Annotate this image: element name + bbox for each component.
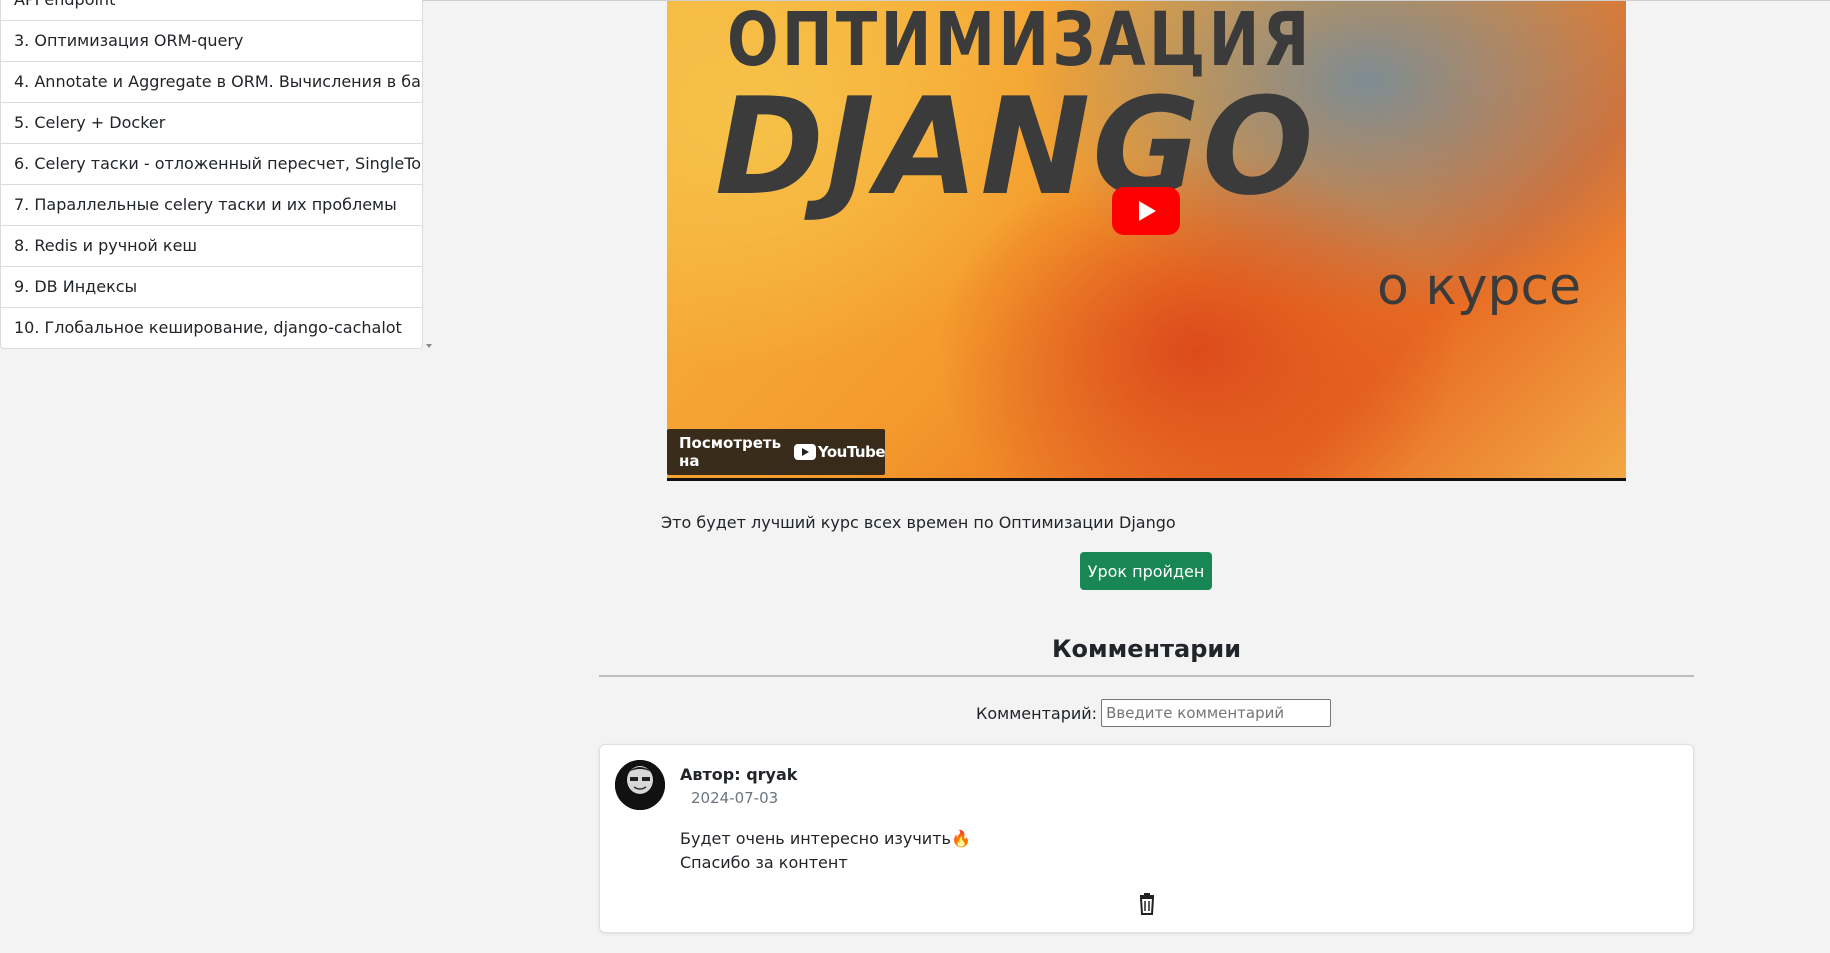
comment-card: Автор: qryak 2024-07-03 Будет очень инте… [599, 744, 1694, 933]
lesson-item[interactable]: 5. Celery + Docker [1, 103, 422, 144]
comment-text-line: Спасибо за контент [680, 853, 848, 872]
divider [599, 675, 1694, 677]
lesson-item[interactable]: API endpoint [1, 0, 422, 21]
lesson-item[interactable]: 7. Параллельные celery таски и их пробле… [1, 185, 422, 226]
page: API endpoint 3. Оптимизация ORM-query 4.… [0, 0, 1830, 953]
video-subtitle: о курсе [1377, 257, 1582, 317]
video-title-line2: DJANGO [715, 69, 1316, 225]
youtube-play-mini-icon [793, 444, 816, 460]
comment-text: Будет очень интересно изучить🔥 Спасибо з… [680, 827, 971, 875]
youtube-logo-icon: YouTube [793, 443, 886, 461]
lesson-item[interactable]: 3. Оптимизация ORM-query [1, 21, 422, 62]
comment-input[interactable] [1101, 699, 1332, 727]
avatar [615, 760, 665, 810]
comment-date: 2024-07-03 [691, 789, 779, 807]
lesson-description: Это будет лучший курс всех времен по Опт… [661, 513, 1176, 532]
lesson-list: API endpoint 3. Оптимизация ORM-query 4.… [0, 0, 423, 349]
video-player[interactable]: ОПТИМИЗАЦИЯ DJANGO о курсе Посмотреть на… [667, 1, 1626, 481]
comment-author: Автор: qryak [680, 765, 798, 784]
lesson-item[interactable]: 8. Redis и ручной кеш [1, 226, 422, 267]
lesson-item[interactable]: 10. Глобальное кеширование, django-cacha… [1, 308, 422, 348]
watch-on-youtube-button[interactable]: Посмотреть на YouTube [667, 429, 886, 475]
lesson-item[interactable]: 4. Annotate и Aggregate в ORM. Вычислени… [1, 62, 422, 103]
comment-form: Комментарий: [976, 698, 1332, 728]
comment-label: Комментарий: [976, 703, 1098, 723]
avatar-image [615, 760, 665, 810]
lesson-done-button[interactable]: Урок пройден [1080, 552, 1212, 590]
youtube-wordmark: YouTube [817, 443, 886, 461]
trash-icon[interactable] [1137, 893, 1157, 915]
comments-heading: Комментарии [1051, 635, 1242, 663]
comment-text-line: Будет очень интересно изучить🔥 [680, 829, 971, 848]
scroll-down-arrow-icon[interactable] [426, 344, 432, 348]
play-button[interactable] [1112, 187, 1180, 235]
lesson-item[interactable]: 9. DB Индексы [1, 267, 422, 308]
watch-on-label: Посмотреть на [679, 434, 782, 470]
video-progress-bar[interactable] [667, 478, 1626, 481]
sidebar-scrollbar[interactable] [423, 1, 433, 354]
lesson-item[interactable]: 6. Celery таски - отложенный пересчет, S… [1, 144, 422, 185]
